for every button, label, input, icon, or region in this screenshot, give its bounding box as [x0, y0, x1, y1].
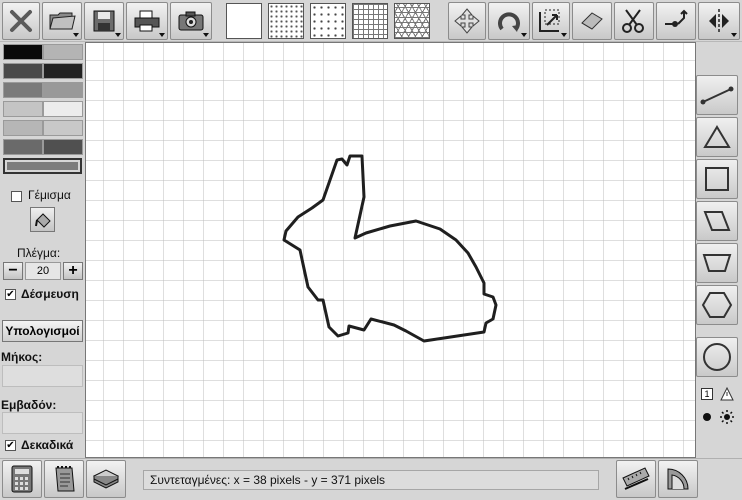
- resize-button[interactable]: [532, 2, 570, 40]
- current-color: [3, 158, 82, 174]
- color-swatch[interactable]: [3, 82, 43, 98]
- rotate-icon: [498, 12, 520, 32]
- color-swatch[interactable]: [3, 101, 43, 117]
- segment-tool[interactable]: [696, 75, 738, 115]
- sun-icon[interactable]: [719, 409, 735, 425]
- color-swatch[interactable]: [43, 63, 83, 79]
- hexagon-icon: [701, 292, 733, 318]
- eraser-icon: [581, 12, 603, 30]
- warning-icon[interactable]: [720, 387, 734, 401]
- close-button[interactable]: [2, 2, 40, 40]
- grid-canvas: [86, 43, 695, 457]
- open-button[interactable]: [42, 2, 82, 40]
- ruler-button[interactable]: [616, 460, 656, 498]
- paint-bucket-icon: [34, 212, 51, 228]
- hexagon-tool[interactable]: [696, 285, 738, 325]
- trapezoid-icon: [702, 254, 732, 272]
- notepad-icon: [55, 466, 75, 492]
- grid-label: Πλέγμα:: [17, 246, 61, 260]
- area-field: [2, 412, 83, 434]
- protractor-button[interactable]: [658, 460, 698, 498]
- parallelogram-icon: [703, 211, 731, 231]
- book-icon: [92, 469, 120, 489]
- camera-button[interactable]: [170, 2, 212, 40]
- ruler-icon: [622, 467, 650, 490]
- top-toolbar: [0, 0, 742, 42]
- color-swatch[interactable]: [43, 120, 83, 136]
- color-swatch[interactable]: [3, 63, 43, 79]
- trapezoid-tool[interactable]: [696, 243, 738, 283]
- four-arrows-icon: [454, 8, 480, 34]
- color-swatch[interactable]: [43, 82, 83, 98]
- pattern-dots-offset[interactable]: [310, 3, 346, 39]
- rotate-button[interactable]: [488, 2, 530, 40]
- scissors-icon: [622, 9, 644, 33]
- pattern-grid-square[interactable]: [352, 3, 388, 39]
- scissors-button[interactable]: [614, 2, 654, 40]
- decimals-checkbox[interactable]: ✔: [5, 440, 16, 451]
- label-toggle[interactable]: 1: [701, 388, 713, 400]
- length-field: [2, 365, 83, 387]
- calculator-icon: [11, 465, 33, 493]
- folder-icon: [49, 12, 76, 30]
- triangle-tool[interactable]: [696, 117, 738, 157]
- save-button[interactable]: [84, 2, 124, 40]
- bottom-bar: Συντεταγμένες: x = 38 pixels - y = 371 p…: [0, 458, 742, 500]
- grid-decrease-button[interactable]: −: [3, 262, 23, 280]
- color-swatch[interactable]: [43, 44, 83, 60]
- point-arrow-icon: [665, 9, 688, 27]
- move-button[interactable]: [448, 2, 486, 40]
- filled-dot-icon[interactable]: [701, 411, 713, 423]
- print-button[interactable]: [126, 2, 168, 40]
- printer-icon: [134, 10, 160, 32]
- pattern-grid-triangle[interactable]: [394, 3, 430, 39]
- grid-size-input[interactable]: 20: [25, 262, 61, 280]
- fill-bucket-button[interactable]: [30, 207, 55, 232]
- pattern-blank[interactable]: [226, 3, 262, 39]
- fill-label: Γέμισμα: [28, 188, 71, 202]
- circle-tool[interactable]: [696, 337, 738, 377]
- circle-icon: [703, 343, 731, 371]
- notepad-button[interactable]: [44, 460, 84, 498]
- square-tool[interactable]: [696, 159, 738, 199]
- app-window: Γέμισμα Πλέγμα: − 20 + ✔ Δέσμευση Υπολογ…: [0, 0, 742, 500]
- calculator-button[interactable]: [2, 460, 42, 498]
- camera-icon: [178, 11, 204, 31]
- parallelogram-tool[interactable]: [696, 201, 738, 241]
- mirror-icon: [709, 9, 729, 33]
- snap-checkbox[interactable]: ✔: [5, 289, 16, 300]
- point-button[interactable]: [656, 2, 696, 40]
- book-button[interactable]: [86, 460, 126, 498]
- drawing-canvas[interactable]: [85, 42, 696, 458]
- eraser-button[interactable]: [572, 2, 612, 40]
- color-swatch[interactable]: [43, 139, 83, 155]
- snap-label: Δέσμευση: [21, 287, 79, 301]
- area-label: Εμβαδόν:: [1, 398, 57, 412]
- calculations-button[interactable]: Υπολογισμοί: [2, 320, 83, 342]
- protractor-icon: [667, 468, 689, 490]
- fill-checkbox[interactable]: [11, 191, 22, 202]
- segment-icon: [700, 86, 734, 105]
- square-icon: [705, 167, 729, 191]
- pattern-dots-square[interactable]: [268, 3, 304, 39]
- color-swatch[interactable]: [3, 44, 43, 60]
- shape-panel: 1: [696, 42, 742, 458]
- decimals-label: Δεκαδικά: [21, 438, 74, 452]
- grid-background: [86, 43, 695, 457]
- color-swatch[interactable]: [43, 101, 83, 117]
- mirror-button[interactable]: [698, 2, 740, 40]
- color-swatch[interactable]: [3, 139, 43, 155]
- grid-increase-button[interactable]: +: [63, 262, 83, 280]
- x-icon: [10, 10, 32, 32]
- color-swatch[interactable]: [3, 120, 43, 136]
- resize-icon: [539, 9, 560, 32]
- coordinates-status: Συντεταγμένες: x = 38 pixels - y = 371 p…: [143, 470, 599, 490]
- floppy-disk-icon: [93, 10, 115, 32]
- length-label: Μήκος:: [1, 350, 43, 364]
- triangle-icon: [703, 125, 731, 148]
- left-panel: Γέμισμα Πλέγμα: − 20 + ✔ Δέσμευση Υπολογ…: [0, 42, 85, 458]
